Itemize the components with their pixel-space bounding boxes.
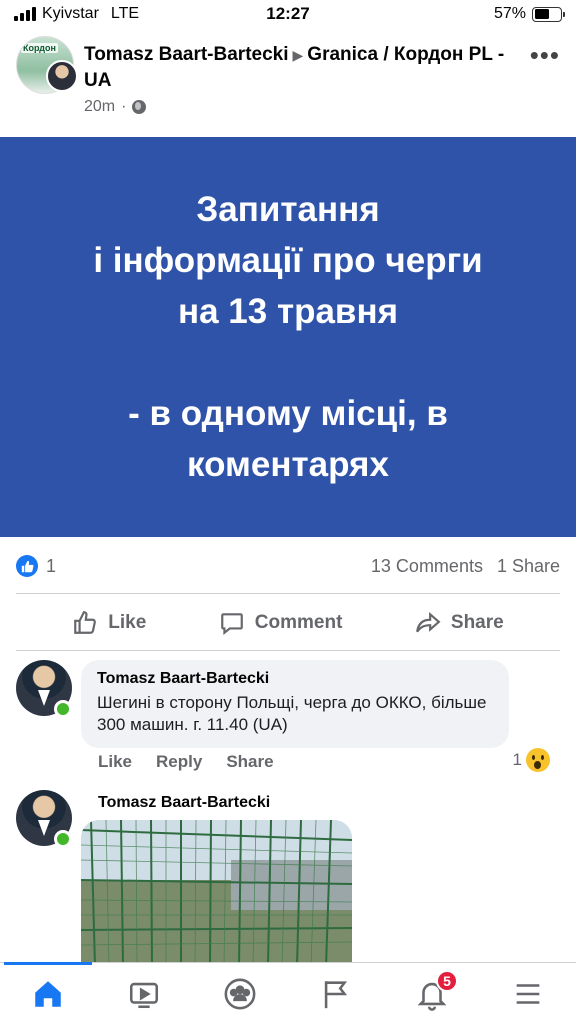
share-button[interactable]: Share	[415, 610, 504, 636]
wow-icon	[526, 748, 550, 772]
tab-home[interactable]	[18, 970, 78, 1018]
shares-count[interactable]: 1 Share	[497, 556, 560, 577]
pages-flag-icon	[324, 980, 348, 1008]
thumbs-up-icon	[74, 611, 97, 634]
comment-label: Comment	[254, 612, 343, 633]
comment-bubble[interactable]: Tomasz Baart-Bartecki Шегині в сторону П…	[81, 660, 509, 748]
comment-text: Шегині в сторону Польщі, черга до ОККО, …	[97, 693, 487, 734]
tab-groups[interactable]	[210, 970, 270, 1018]
battery-fill	[534, 9, 549, 19]
author-name-link[interactable]: Tomasz Baart-Bartecki	[84, 44, 289, 65]
like-label: Like	[108, 612, 147, 633]
home-icon	[35, 980, 61, 1007]
post-image[interactable]: Запитання і інформації про черги на 13 т…	[0, 137, 576, 537]
comment-icon	[220, 613, 243, 636]
post-title: Tomasz Baart-Bartecki ▶ Granica / Кордон P…	[84, 42, 524, 94]
watch-icon	[129, 982, 159, 1008]
author-mini-avatar[interactable]	[46, 60, 78, 92]
meta-separator: ·	[121, 98, 127, 115]
comment-reactions[interactable]: 1	[513, 748, 550, 772]
tab-watch[interactable]	[114, 970, 174, 1018]
comment-reaction-count: 1	[512, 750, 522, 769]
share-arrow-icon	[416, 611, 441, 633]
online-status-icon	[54, 830, 72, 848]
divider	[16, 650, 560, 651]
groups-icon	[224, 978, 256, 1009]
tab-notifications[interactable]: 5	[402, 969, 462, 1018]
status-bar: Kyivstar LTE 12:27 57%	[0, 0, 576, 30]
battery-icon	[532, 6, 565, 22]
comment-actions: Like Reply Share	[98, 752, 274, 772]
like-reaction-icon[interactable]	[16, 555, 38, 577]
comment-author[interactable]: Tomasz Baart-Bartecki	[97, 670, 493, 688]
comment-author[interactable]: Tomasz Baart-Bartecki	[98, 794, 270, 812]
reactions-summary: 1 13 Comments 1 Share	[16, 552, 560, 580]
battery-percent: 57%	[493, 5, 526, 22]
comment-item: Tomasz Baart-Bartecki	[16, 790, 560, 966]
comment-share-button[interactable]: Share	[226, 752, 273, 772]
status-right: 57%	[493, 5, 565, 23]
arrow-right-icon: ▶	[292, 47, 304, 63]
tab-menu[interactable]	[498, 970, 558, 1018]
share-label: Share	[450, 612, 504, 633]
comment-like-button[interactable]: Like	[98, 752, 132, 772]
group-avatar-text: Кордон	[21, 43, 58, 53]
clock: 12:27	[266, 4, 310, 23]
notifications-badge: 5	[436, 969, 458, 992]
menu-icon	[516, 983, 540, 1004]
post-header: Кордон Tomasz Baart-Bartecki ▶ Granica / К…	[16, 36, 560, 126]
globe-icon	[132, 100, 147, 114]
like-count[interactable]: 1	[46, 556, 56, 577]
comment-item: Tomasz Baart-Bartecki Шегині в сторону П…	[16, 660, 560, 780]
more-options-icon[interactable]: •••	[530, 40, 560, 71]
post-image-text: Запитання і інформації про черги на 13 т…	[93, 190, 483, 484]
active-tab-indicator	[4, 962, 92, 965]
bottom-tab-bar: 5	[0, 962, 576, 1024]
comment-reply-button[interactable]: Reply	[156, 752, 202, 772]
online-status-icon	[54, 700, 72, 718]
comment-photo[interactable]	[81, 820, 352, 966]
comments-count[interactable]: 13 Comments	[371, 556, 483, 577]
post-time[interactable]: 20m	[84, 98, 115, 116]
comment-button[interactable]: Comment	[219, 610, 343, 636]
divider	[16, 593, 560, 594]
post-meta: 20m ·	[84, 98, 147, 116]
like-button[interactable]: Like	[72, 610, 146, 636]
post-action-bar: Like Comment Share	[0, 598, 576, 648]
fence-photo-image	[81, 820, 352, 966]
tab-pages[interactable]	[306, 970, 366, 1018]
